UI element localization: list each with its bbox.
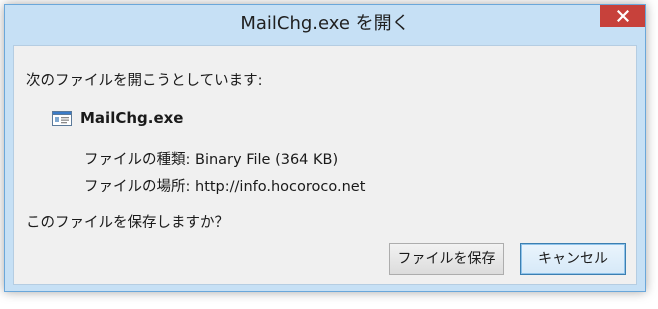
save-file-button[interactable]: ファイルを保存: [389, 243, 504, 275]
close-button[interactable]: [600, 5, 645, 27]
file-icon: [52, 110, 72, 126]
open-message: 次のファイルを開こうとしています:: [26, 73, 263, 89]
file-type-value: Binary File (364 KB): [195, 152, 339, 168]
file-type-label: ファイルの種類:: [84, 152, 191, 168]
file-type-row: ファイルの種類: Binary File (364 KB): [84, 148, 338, 169]
save-question: このファイルを保存しますか？: [26, 215, 229, 231]
dialog-window: MailChg.exe を開く 次のファイルを開こうとしています: MailCh…: [4, 4, 646, 292]
title-bar[interactable]: MailChg.exe を開く: [5, 5, 645, 43]
file-source-label: ファイルの場所:: [84, 179, 191, 195]
file-source-row: ファイルの場所: http://info.hocoroco.net: [84, 175, 365, 196]
close-icon: [616, 10, 629, 22]
file-row: MailChg.exe: [52, 109, 183, 127]
dialog-body: 次のファイルを開こうとしています: MailChg.exe ファイルの種類: B…: [13, 45, 637, 285]
file-name: MailChg.exe: [80, 109, 184, 127]
cancel-button[interactable]: キャンセル: [520, 243, 626, 275]
window-title: MailChg.exe を開く: [240, 13, 410, 34]
file-source-value: http://info.hocoroco.net: [195, 179, 366, 195]
